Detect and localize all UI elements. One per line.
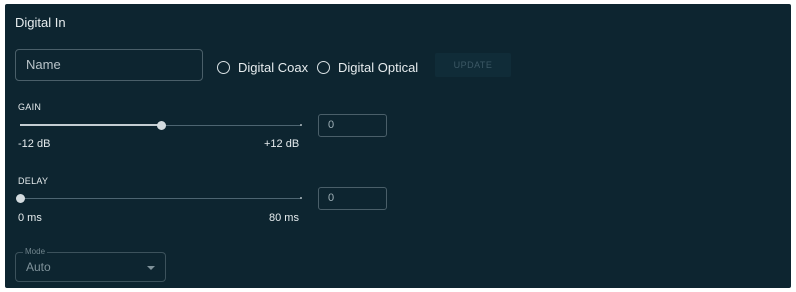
delay-slider-thumb[interactable] bbox=[16, 194, 25, 203]
delay-min-label: 0 ms bbox=[18, 212, 42, 224]
update-button[interactable]: UPDATE bbox=[435, 53, 511, 77]
gain-min-label: -12 dB bbox=[18, 138, 51, 150]
gain-slider-thumb[interactable] bbox=[156, 121, 166, 130]
radio-label-digital-optical: Digital Optical bbox=[338, 59, 419, 75]
gain-slider-end bbox=[300, 124, 302, 126]
radio-label-digital-coax: Digital Coax bbox=[238, 59, 309, 75]
mode-select[interactable]: Mode Auto bbox=[15, 247, 166, 282]
delay-slider[interactable] bbox=[16, 194, 302, 203]
digital-in-panel: Digital In Name Digital Coax Digital Opt… bbox=[5, 4, 791, 288]
gain-slider[interactable] bbox=[20, 121, 302, 130]
delay-label: DELAY bbox=[18, 176, 49, 186]
delay-value-input[interactable]: 0 bbox=[318, 187, 387, 210]
gain-value-input[interactable]: 0 bbox=[318, 114, 387, 137]
mode-label: Mode bbox=[23, 247, 48, 256]
delay-max-label: 80 ms bbox=[269, 212, 299, 224]
radio-unchecked-icon bbox=[217, 60, 230, 74]
delay-slider-end bbox=[300, 197, 302, 199]
chevron-down-icon bbox=[147, 266, 155, 270]
mode-value: Auto bbox=[26, 260, 51, 274]
gain-max-label: +12 dB bbox=[264, 138, 300, 150]
radio-unchecked-icon bbox=[317, 60, 330, 74]
gain-slider-fill bbox=[20, 124, 161, 126]
radio-digital-coax[interactable]: Digital Coax bbox=[217, 58, 308, 76]
radio-digital-optical[interactable]: Digital Optical bbox=[317, 58, 418, 76]
panel-title: Digital In bbox=[15, 15, 66, 30]
gain-label: GAIN bbox=[18, 102, 42, 112]
name-input[interactable]: Name bbox=[15, 49, 203, 81]
